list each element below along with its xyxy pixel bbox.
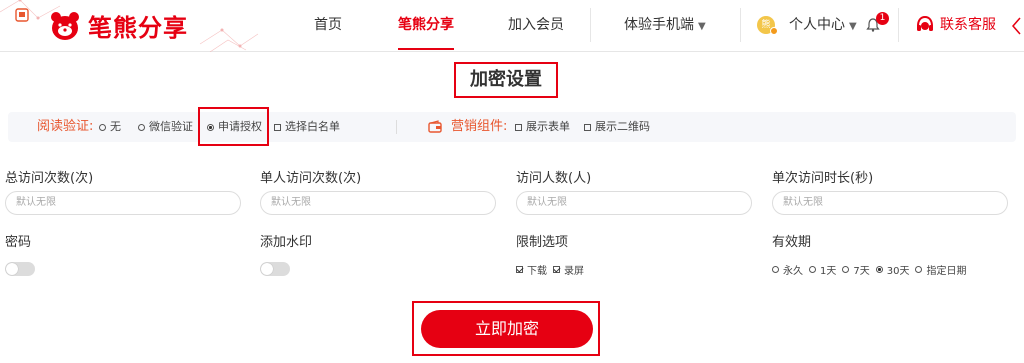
radio-circle	[809, 265, 816, 273]
radio-1-day[interactable]: 1天	[809, 262, 836, 277]
marketing-label: 营销组件:	[451, 119, 508, 134]
chevron-left-icon[interactable]	[1010, 16, 1024, 36]
radio-wechat-verify[interactable]: 微信验证	[138, 112, 193, 142]
headset-icon	[917, 15, 933, 31]
radio-custom-date[interactable]: 指定日期	[915, 262, 966, 277]
radio-30-days[interactable]: 30天	[875, 262, 910, 277]
radio-circle-selected	[875, 265, 883, 273]
nav-mobile[interactable]: 体验手机端 ▼	[624, 0, 706, 50]
visitor-count-label: 访问人数(人)	[516, 171, 592, 186]
checkbox-show-form[interactable]: 展示表单	[515, 112, 570, 142]
user-center-label: 个人中心	[789, 17, 845, 33]
avatar-status-dot	[770, 27, 778, 35]
checkbox-screen-record[interactable]: 录屏	[553, 262, 584, 277]
restrictions-label: 限制选项	[516, 235, 569, 250]
watermark-label: 添加水印	[260, 235, 313, 250]
caret-down-icon: ▼	[849, 21, 857, 32]
restrictions-options: 下载 录屏	[516, 262, 590, 277]
checkbox-whitelist[interactable]: 选择白名单	[274, 112, 340, 142]
notification-badge: 1	[876, 12, 889, 25]
visitor-count-input[interactable]: 默认无限	[516, 191, 752, 215]
checkbox-label: 展示表单	[526, 120, 570, 133]
contact-service-link[interactable]: 联系客服	[940, 0, 996, 50]
nav-divider	[740, 8, 741, 42]
checkbox-checked	[516, 265, 523, 273]
checkbox	[584, 123, 591, 131]
checkbox-download[interactable]: 下载	[516, 262, 547, 277]
checkbox-show-qrcode[interactable]: 展示二维码	[584, 112, 650, 142]
total-visits-label: 总访问次数(次)	[5, 171, 94, 186]
encrypt-now-button[interactable]: 立即加密	[421, 310, 593, 348]
caret-down-icon: ▼	[698, 21, 706, 32]
radio-label: 1天	[820, 265, 837, 277]
radio-7-days[interactable]: 7天	[842, 262, 870, 277]
checkbox	[274, 123, 281, 131]
nav-divider	[898, 8, 899, 42]
password-label: 密码	[5, 235, 32, 250]
checkbox-label: 选择白名单	[285, 120, 340, 133]
nav-divider	[590, 8, 591, 42]
radio-circle	[99, 123, 106, 131]
checkbox	[515, 123, 522, 131]
radio-circle	[138, 123, 145, 131]
single-visits-input[interactable]: 默认无限	[260, 191, 496, 215]
nav-bixiong-share[interactable]: 笔熊分享	[398, 0, 454, 50]
phone-verify-icon	[15, 8, 29, 22]
checkbox-label: 录屏	[564, 265, 584, 277]
read-verify-label: 阅读验证:	[37, 119, 94, 134]
radio-circle	[772, 265, 779, 273]
visit-duration-label: 单次访问时长(秒)	[772, 171, 874, 186]
validity-label: 有效期	[772, 235, 812, 250]
visit-duration-input[interactable]: 默认无限	[772, 191, 1008, 215]
radio-none[interactable]: 无	[99, 112, 121, 142]
watermark-toggle[interactable]	[260, 262, 290, 276]
total-visits-input[interactable]: 默认无限	[5, 191, 241, 215]
password-toggle[interactable]	[5, 262, 35, 276]
radio-label: 永久	[783, 265, 803, 277]
checkbox-checked	[553, 265, 560, 273]
page-title: 加密设置	[454, 62, 558, 98]
highlight-box	[198, 107, 269, 146]
logo[interactable]: 笔熊分享	[48, 8, 188, 43]
options-divider	[396, 120, 397, 134]
nav-join-member[interactable]: 加入会员	[508, 0, 564, 50]
radio-label: 30天	[886, 265, 910, 277]
radio-label: 微信验证	[149, 120, 193, 133]
validity-options: 永久 1天 7天 30天 指定日期	[772, 262, 972, 277]
radio-circle	[842, 265, 850, 273]
radio-label: 7天	[853, 265, 870, 277]
logo-text: 笔熊分享	[88, 14, 188, 42]
checkbox-label: 下载	[527, 265, 547, 277]
user-center-menu[interactable]: 个人中心 ▼	[789, 0, 857, 50]
nav-mobile-label: 体验手机端	[624, 17, 694, 33]
radio-label: 无	[110, 120, 121, 133]
radio-permanent[interactable]: 永久	[772, 262, 803, 277]
bear-logo-icon	[51, 11, 79, 40]
radio-circle	[915, 265, 923, 273]
radio-label: 指定日期	[926, 265, 967, 277]
single-visits-label: 单人访问次数(次)	[260, 171, 362, 186]
wallet-icon	[428, 120, 442, 133]
nav-home[interactable]: 首页	[314, 0, 342, 50]
top-header: 笔熊分享 首页 笔熊分享 加入会员 体验手机端 ▼ 熊 个人中心 ▼ 1 联系客服	[0, 0, 1024, 52]
checkbox-label: 展示二维码	[595, 120, 650, 133]
